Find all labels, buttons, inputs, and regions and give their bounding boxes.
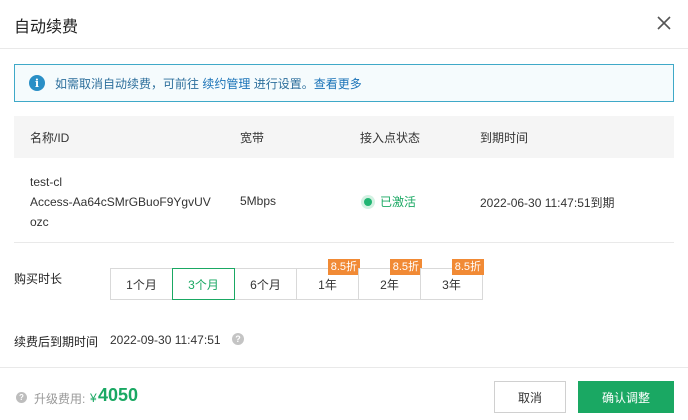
duration-option-label: 3年 <box>442 277 461 292</box>
duration-option-3m[interactable]: 3个月 <box>172 268 235 300</box>
fee-amount: 4050 <box>98 385 139 405</box>
table-header: 名称/ID 宽带 接入点状态 到期时间 <box>14 116 674 158</box>
discount-badge: 8.5折 <box>451 259 484 275</box>
duration-option-label: 1个月 <box>126 277 157 292</box>
header-bandwidth: 宽带 <box>240 131 265 145</box>
expire-value: 2022-06-30 11:47:51到期 <box>480 196 615 210</box>
info-icon: i <box>29 75 45 91</box>
duration-option-6m[interactable]: 6个月 <box>234 268 297 300</box>
duration-option-label: 3个月 <box>188 277 219 292</box>
duration-option-3y[interactable]: 3年 8.5折 <box>420 259 484 300</box>
fee-help-icon[interactable]: ? <box>16 392 27 403</box>
fee-currency: ¥ <box>90 391 97 405</box>
duration-label: 购买时长 <box>14 272 63 286</box>
table-row: test-cl Access-Aa64cSMrGBuoF9YgvUV ozc 5… <box>14 158 674 243</box>
instance-id-line-cont: ozc <box>30 215 49 229</box>
discount-badge: 8.5折 <box>327 259 360 275</box>
help-icon[interactable]: ? <box>232 333 244 345</box>
notice-text-before: 如需取消自动续费，可前往 <box>55 76 203 91</box>
dialog-title: 自动续费 <box>14 19 79 36</box>
status-badge: 已激活 <box>364 193 416 210</box>
duration-option-label: 2年 <box>380 277 399 292</box>
notice-text-middle: 进行设置。 <box>250 76 314 91</box>
confirm-button[interactable]: 确认调整 <box>578 381 674 413</box>
header-name: 名称/ID <box>30 131 70 145</box>
fee-label: 升级费用: <box>34 392 86 406</box>
discount-badge: 8.5折 <box>389 259 422 275</box>
cancel-button[interactable]: 取消 <box>494 381 566 413</box>
renewal-notice: i 如需取消自动续费，可前往 续约管理 进行设置。查看更多 <box>14 64 674 102</box>
header-status: 接入点状态 <box>360 131 421 145</box>
instance-id-line: Access-Aa64cSMrGBuoF9YgvUV <box>30 195 211 209</box>
duration-option-2y[interactable]: 2年 8.5折 <box>358 259 422 300</box>
renewal-expire-value: 2022-09-30 11:47:51 <box>110 333 221 347</box>
dialog-header: 自动续费 <box>0 0 688 49</box>
bandwidth-value: 5Mbps <box>240 194 277 208</box>
close-icon[interactable] <box>654 13 674 33</box>
notice-text: 如需取消自动续费，可前往 续约管理 进行设置。查看更多 <box>55 75 362 92</box>
status-dot-icon <box>364 197 372 206</box>
dialog-footer: ? 升级费用: ¥ 4050 取消 确认调整 <box>0 367 688 420</box>
duration-selector: 1个月 3个月 6个月 1年 8.5折 2年 8.5折 3年 8.5折 <box>110 259 484 300</box>
instance-name: test-cl Access-Aa64cSMrGBuoF9YgvUV ozc <box>30 172 211 232</box>
header-expire: 到期时间 <box>480 131 529 145</box>
status-text: 已激活 <box>380 195 417 209</box>
duration-option-1y[interactable]: 1年 8.5折 <box>296 259 360 300</box>
duration-option-label: 1年 <box>318 277 337 292</box>
view-more-link[interactable]: 查看更多 <box>314 77 362 91</box>
duration-option-label: 6个月 <box>250 277 281 292</box>
duration-option-1m[interactable]: 1个月 <box>110 268 173 300</box>
renewal-expire-label: 续费后到期时间 <box>14 335 99 349</box>
manage-renewal-link[interactable]: 续约管理 <box>202 77 250 91</box>
instance-name-line: test-cl <box>30 175 63 189</box>
